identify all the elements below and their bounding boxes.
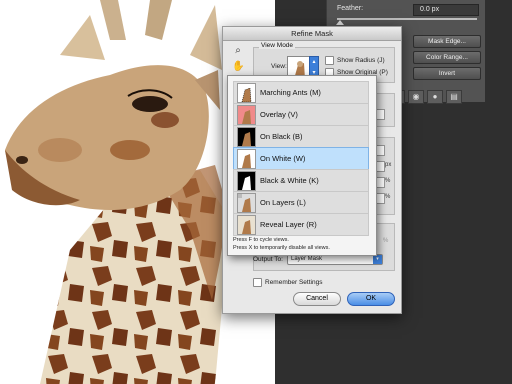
output-to-label: Output To: <box>253 256 283 263</box>
feather-label: Feather: <box>337 5 364 12</box>
show-radius-row[interactable]: Show Radius (J) <box>325 56 385 65</box>
hand-icon[interactable]: ✋ <box>232 61 244 73</box>
view-item-on-black[interactable]: On Black (B) <box>233 125 369 148</box>
view-item-overlay[interactable]: Overlay (V) <box>233 103 369 126</box>
on-black-icon <box>237 127 256 147</box>
on-white-icon <box>237 149 256 169</box>
color-range-button[interactable]: Color Range... <box>413 51 481 64</box>
view-label: View: <box>271 63 287 70</box>
reveal-layer-icon <box>237 215 256 235</box>
shift-edge-unit: % <box>385 194 391 200</box>
cycle-views-hint: Press F to cycle views. <box>233 237 289 243</box>
dialog-title: Refine Mask <box>223 27 401 41</box>
amount-unit: % <box>383 238 389 244</box>
document-canvas: Feather: 0.0 px ◌◉●▤ Mask Edge... Color … <box>0 0 512 384</box>
panel-icon-bar: ◌◉●▤ <box>389 86 483 104</box>
on-layers-icon <box>237 193 256 213</box>
remember-settings-row[interactable]: Remember Settings <box>253 278 322 287</box>
mask-edge-button[interactable]: Mask Edge... <box>413 35 481 48</box>
invert-button[interactable]: Invert <box>413 67 481 80</box>
view-item-on-white[interactable]: On White (W) <box>233 147 369 170</box>
select-arrow-icon: ▾ <box>373 255 382 264</box>
view-mode-title: View Mode <box>259 42 296 49</box>
visibility-icon[interactable]: ● <box>427 90 443 104</box>
black-white-icon <box>237 171 256 191</box>
show-radius-checkbox[interactable] <box>325 56 334 65</box>
view-item-black-white[interactable]: Black & White (K) <box>233 169 369 192</box>
view-item-reveal-layer[interactable]: Reveal Layer (R) <box>233 213 369 236</box>
feather-field[interactable]: 0.0 px <box>413 4 479 16</box>
cancel-button[interactable]: Cancel <box>293 292 341 306</box>
feather-unit: px <box>385 162 392 168</box>
view-item-on-layers[interactable]: On Layers (L) <box>233 191 369 214</box>
feather-slider[interactable] <box>337 18 477 20</box>
ok-button[interactable]: OK <box>347 292 395 306</box>
zoom-icon[interactable]: ⌕ <box>232 45 244 57</box>
remember-settings-checkbox[interactable] <box>253 278 262 287</box>
disable-views-hint: Press X to temporarily disable all views… <box>233 245 330 251</box>
overlay-icon <box>237 105 256 125</box>
eye-icon[interactable]: ◉ <box>408 90 424 104</box>
marching-ants-icon <box>237 83 256 103</box>
contrast-unit: % <box>385 178 391 184</box>
view-mode-popup: Marching Ants (M) Overlay (V) On Black (… <box>227 75 377 256</box>
trash-icon[interactable]: ▤ <box>446 90 462 104</box>
feather-slider-knob[interactable] <box>336 20 344 25</box>
view-item-marching-ants[interactable]: Marching Ants (M) <box>233 81 369 104</box>
